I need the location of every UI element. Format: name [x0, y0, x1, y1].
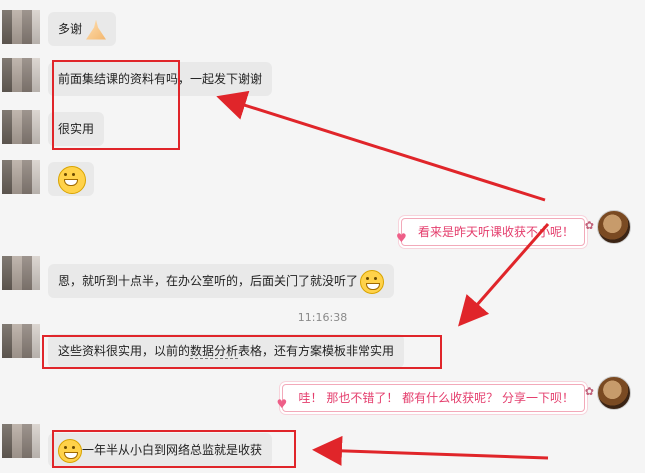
arrow-line	[312, 435, 549, 466]
arrow-line	[216, 90, 546, 202]
arrow-line	[458, 223, 550, 327]
annotation-arrows	[216, 90, 550, 466]
